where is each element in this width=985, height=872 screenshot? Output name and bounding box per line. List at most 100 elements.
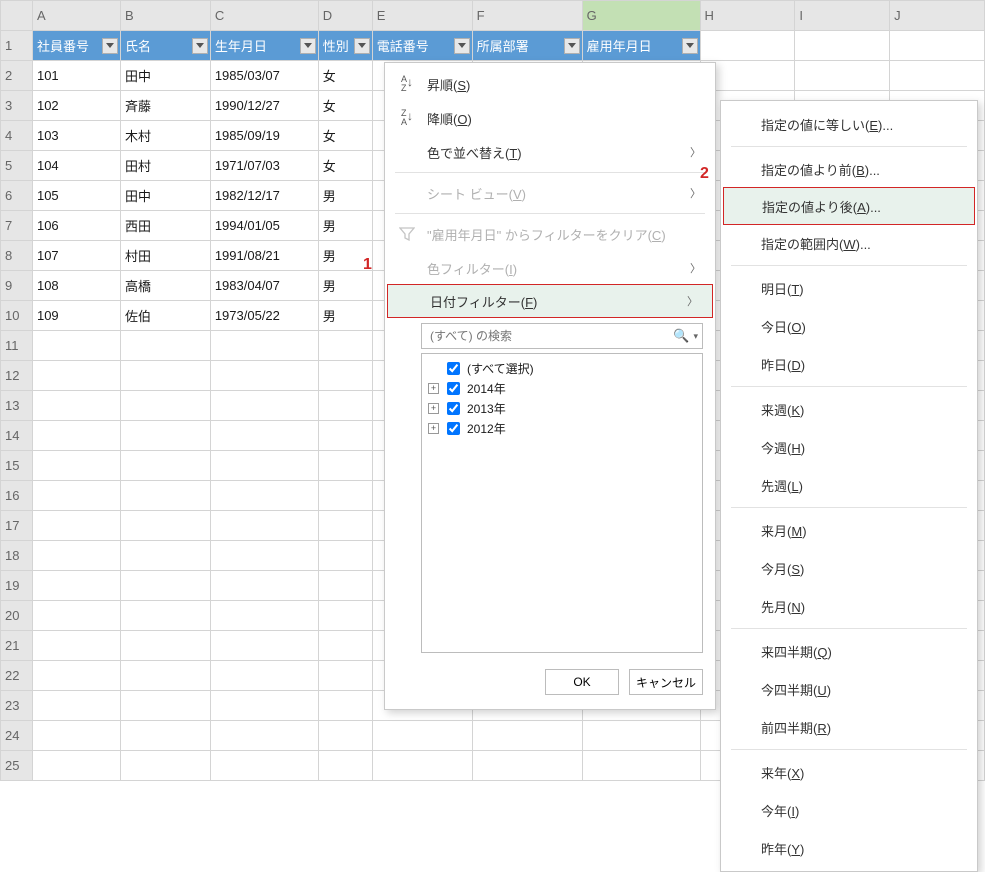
header-cell-phone[interactable]: 電話番号: [372, 31, 472, 61]
cell-name[interactable]: 斉藤: [120, 91, 210, 121]
cell[interactable]: [318, 391, 372, 421]
filter-yesterday[interactable]: 昨日(D): [721, 345, 977, 383]
tree-item-all[interactable]: (すべて選択): [428, 358, 696, 378]
col-header-F[interactable]: F: [472, 1, 582, 31]
cell-emp-no[interactable]: 107: [32, 241, 120, 271]
tree-item-year[interactable]: + 2013年: [428, 398, 696, 418]
select-all-checkbox[interactable]: [447, 362, 460, 375]
cell[interactable]: [372, 751, 472, 781]
row-header[interactable]: 22: [1, 661, 33, 691]
cell-dob[interactable]: 1982/12/17: [210, 181, 318, 211]
cell[interactable]: [318, 601, 372, 631]
cell[interactable]: [795, 61, 890, 91]
cell[interactable]: [32, 511, 120, 541]
cell[interactable]: [318, 331, 372, 361]
cell[interactable]: [32, 391, 120, 421]
cell[interactable]: [120, 571, 210, 601]
cell[interactable]: [120, 451, 210, 481]
filter-dropdown-btn[interactable]: [300, 38, 316, 54]
cell[interactable]: [582, 721, 700, 751]
cell[interactable]: [120, 481, 210, 511]
cell[interactable]: [318, 361, 372, 391]
cell[interactable]: [318, 661, 372, 691]
cell-dob[interactable]: 1971/07/03: [210, 151, 318, 181]
cell[interactable]: [32, 571, 120, 601]
cell[interactable]: [120, 601, 210, 631]
filter-this-year[interactable]: 今年(I): [721, 791, 977, 829]
date-filter[interactable]: 日付フィルター(F) 〉: [387, 284, 713, 318]
cell-emp-no[interactable]: 106: [32, 211, 120, 241]
cell[interactable]: [582, 751, 700, 781]
cell[interactable]: [120, 361, 210, 391]
expand-icon[interactable]: +: [428, 423, 439, 434]
filter-search-box[interactable]: 🔍 ▾: [421, 323, 703, 349]
cell[interactable]: [32, 601, 120, 631]
cell[interactable]: [318, 481, 372, 511]
cell-sex[interactable]: 女: [318, 121, 372, 151]
cell[interactable]: [210, 331, 318, 361]
row-header[interactable]: 12: [1, 361, 33, 391]
year-checkbox[interactable]: [447, 402, 460, 415]
cell-dob[interactable]: 1994/01/05: [210, 211, 318, 241]
cell-name[interactable]: 高橋: [120, 271, 210, 301]
col-header-D[interactable]: D: [318, 1, 372, 31]
row-header[interactable]: 3: [1, 91, 33, 121]
cell[interactable]: [32, 721, 120, 751]
row-header[interactable]: 24: [1, 721, 33, 751]
row-header[interactable]: 21: [1, 631, 33, 661]
row-header[interactable]: 6: [1, 181, 33, 211]
cell-sex[interactable]: 女: [318, 61, 372, 91]
cell-emp-no[interactable]: 108: [32, 271, 120, 301]
row-header[interactable]: 15: [1, 451, 33, 481]
cell[interactable]: [318, 721, 372, 751]
row-header[interactable]: 14: [1, 421, 33, 451]
row-header[interactable]: 25: [1, 751, 33, 781]
cell-sex[interactable]: 男: [318, 301, 372, 331]
cell[interactable]: [32, 481, 120, 511]
cell[interactable]: [472, 751, 582, 781]
filter-next-week[interactable]: 来週(K): [721, 390, 977, 428]
row-header[interactable]: 2: [1, 61, 33, 91]
cell[interactable]: [210, 601, 318, 631]
cell-sex[interactable]: 男: [318, 211, 372, 241]
filter-today[interactable]: 今日(O): [721, 307, 977, 345]
filter-next-year[interactable]: 来年(X): [721, 753, 977, 791]
cell[interactable]: [210, 661, 318, 691]
cell[interactable]: [32, 361, 120, 391]
cell[interactable]: [890, 61, 985, 91]
row-header[interactable]: 18: [1, 541, 33, 571]
year-checkbox[interactable]: [447, 382, 460, 395]
row-header-1[interactable]: 1: [1, 31, 33, 61]
cell[interactable]: [372, 721, 472, 751]
ok-button[interactable]: OK: [545, 669, 619, 695]
filter-values-tree[interactable]: (すべて選択) + 2014年 + 2013年 + 2012年: [421, 353, 703, 653]
cell[interactable]: [210, 751, 318, 781]
cell[interactable]: [210, 361, 318, 391]
header-cell-dept[interactable]: 所属部署: [472, 31, 582, 61]
row-header[interactable]: 17: [1, 511, 33, 541]
cell-dob[interactable]: 1990/12/27: [210, 91, 318, 121]
cell[interactable]: [318, 751, 372, 781]
cell[interactable]: [32, 691, 120, 721]
header-cell-hire-date[interactable]: 雇用年月日: [582, 31, 700, 61]
filter-after[interactable]: 指定の値より後(A)...: [723, 187, 975, 225]
header-cell-dob[interactable]: 生年月日: [210, 31, 318, 61]
cell[interactable]: [120, 661, 210, 691]
cell-sex[interactable]: 男: [318, 181, 372, 211]
cell[interactable]: [700, 31, 795, 61]
cell-name[interactable]: 木村: [120, 121, 210, 151]
cell[interactable]: [210, 481, 318, 511]
cell-sex[interactable]: 女: [318, 151, 372, 181]
cell-dob[interactable]: 1991/08/21: [210, 241, 318, 271]
filter-last-year[interactable]: 昨年(Y): [721, 829, 977, 867]
cell[interactable]: [32, 631, 120, 661]
col-header-H[interactable]: H: [700, 1, 795, 31]
cell[interactable]: [795, 31, 890, 61]
cell[interactable]: [120, 751, 210, 781]
filter-last-month[interactable]: 先月(N): [721, 587, 977, 625]
cell-dob[interactable]: 1985/03/07: [210, 61, 318, 91]
cell[interactable]: [32, 451, 120, 481]
cell[interactable]: [32, 421, 120, 451]
cell-name[interactable]: 田中: [120, 181, 210, 211]
row-header[interactable]: 10: [1, 301, 33, 331]
